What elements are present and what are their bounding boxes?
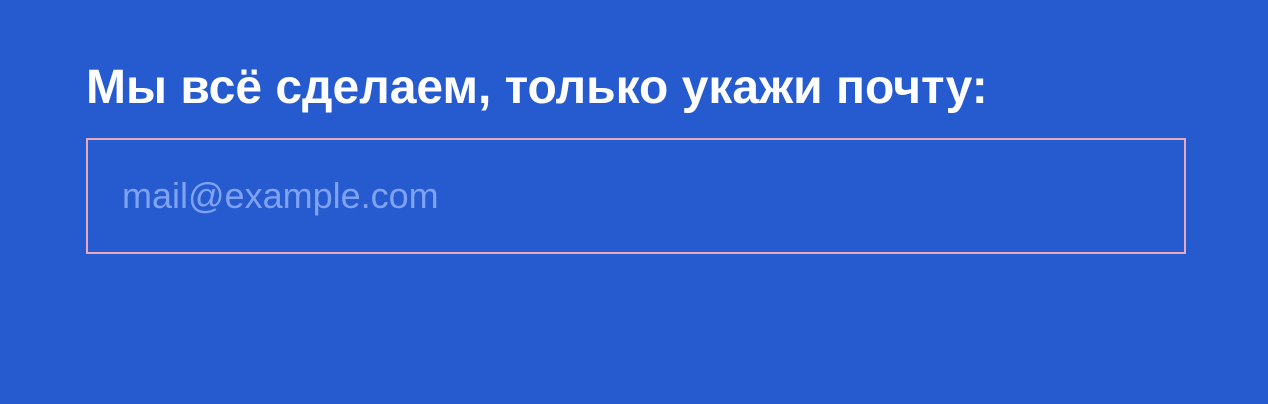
form-heading: Мы всё сделаем, только укажи почту:: [86, 61, 988, 114]
email-field[interactable]: [86, 138, 1186, 254]
